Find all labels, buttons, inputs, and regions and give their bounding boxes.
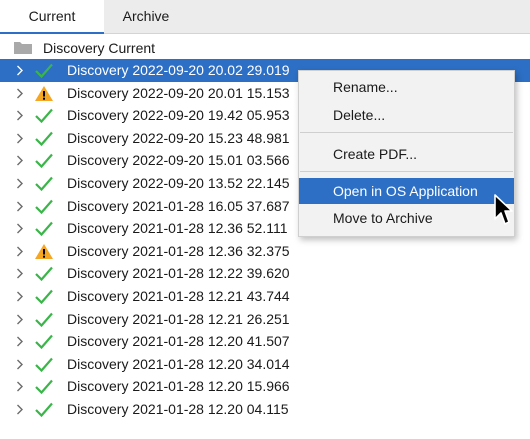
warning-icon [35, 85, 53, 101]
folder-discovery-current[interactable]: Discovery Current [0, 36, 530, 59]
tree-item-label: Discovery 2021-01-28 12.20 34.014 [67, 355, 290, 372]
checkmark-icon [35, 402, 53, 418]
menu-item-label: Delete... [333, 107, 386, 123]
menu-item-create-pdf[interactable]: Create PDF... [299, 141, 514, 167]
checkmark-icon [35, 380, 53, 395]
mouse-cursor-icon [494, 194, 513, 225]
tab-current[interactable]: Current [0, 0, 104, 34]
chevron-right-icon[interactable] [16, 246, 24, 257]
tree-item[interactable]: Discovery 2021-01-28 12.20 41.507 [0, 330, 530, 353]
tree-item[interactable]: Discovery 2021-01-28 12.20 15.966 [0, 375, 530, 398]
tree-item-label: Discovery 2022-09-20 20.01 15.153 [67, 84, 290, 101]
chevron-right-icon[interactable] [16, 178, 24, 189]
chevron-right-icon[interactable] [16, 404, 24, 415]
tree-item-label: Discovery 2021-01-28 12.21 43.744 [67, 287, 290, 304]
menu-item-label: Move to Archive [333, 210, 433, 226]
folder-icon [14, 42, 32, 54]
tree-item-label: Discovery 2021-01-28 12.21 26.251 [67, 310, 290, 327]
checkmark-icon [35, 63, 53, 79]
checkmark-icon [35, 334, 53, 350]
tree-item-label: Discovery 2021-01-28 12.20 04.115 [67, 400, 289, 417]
checkmark-icon [35, 267, 53, 282]
tree-item-label: Discovery 2022-09-20 15.23 48.981 [67, 129, 290, 146]
chevron-right-icon[interactable] [16, 201, 24, 212]
checkmark-icon [35, 108, 53, 124]
tree-item-label: Discovery 2021-01-28 12.22 39.620 [67, 265, 290, 282]
chevron-right-icon[interactable] [16, 381, 24, 392]
menu-separator [300, 171, 513, 172]
chevron-right-icon[interactable] [16, 336, 24, 347]
warning-icon [35, 243, 53, 259]
context-menu: Rename... Delete... Create PDF... Open i… [298, 70, 515, 237]
checkmark-icon [35, 199, 53, 214]
folder-label: Discovery Current [43, 40, 156, 56]
tree-item-label: Discovery 2021-01-28 16.05 37.687 [67, 197, 290, 214]
menu-item-rename[interactable]: Rename... [299, 74, 514, 100]
tree-item[interactable]: Discovery 2021-01-28 12.22 39.620 [0, 262, 530, 285]
menu-item-move-to-archive[interactable]: Move to Archive [299, 205, 514, 231]
tree-item-label: Discovery 2021-01-28 12.20 41.507 [67, 333, 290, 350]
chevron-right-icon[interactable] [16, 359, 24, 370]
tree-item-label: Discovery 2021-01-28 12.36 52.111 [67, 220, 288, 237]
checkmark-icon [35, 221, 53, 237]
checkmark-icon [35, 357, 53, 372]
tree-item[interactable]: Discovery 2021-01-28 12.36 32.375 [0, 240, 530, 263]
chevron-right-icon[interactable] [16, 155, 24, 166]
chevron-right-icon[interactable] [16, 223, 24, 234]
tree-item[interactable]: Discovery 2021-01-28 12.21 26.251 [0, 308, 530, 331]
chevron-right-icon[interactable] [16, 268, 24, 279]
chevron-right-icon[interactable] [16, 110, 24, 121]
tree-item-label: Discovery 2022-09-20 13.52 22.145 [67, 174, 290, 191]
chevron-right-icon[interactable] [16, 88, 24, 99]
menu-item-delete[interactable]: Delete... [299, 102, 514, 128]
chevron-right-icon[interactable] [16, 133, 24, 144]
tree-item[interactable]: Discovery 2021-01-28 12.20 04.115 [0, 398, 530, 421]
tree-item-label: Discovery 2022-09-20 19.42 05.953 [67, 107, 290, 124]
menu-item-open-in-os-application[interactable]: Open in OS Application [299, 178, 514, 204]
chevron-right-icon[interactable] [16, 314, 24, 325]
tree-item[interactable]: Discovery 2021-01-28 12.20 34.014 [0, 353, 530, 376]
checkmark-icon [35, 176, 53, 192]
menu-item-label: Rename... [333, 79, 398, 95]
chevron-right-icon[interactable] [16, 65, 24, 76]
tree-item-label: Discovery 2022-09-20 20.02 29.019 [67, 62, 290, 78]
tab-bar: Current Archive [0, 0, 530, 34]
tree-item[interactable]: Discovery 2021-01-28 12.21 43.744 [0, 285, 530, 308]
menu-separator [300, 132, 513, 133]
tree-item-label: Discovery 2022-09-20 15.01 03.566 [67, 152, 290, 169]
checkmark-icon [35, 289, 53, 305]
chevron-right-icon[interactable] [16, 291, 24, 302]
tab-archive[interactable]: Archive [104, 0, 188, 34]
menu-item-label: Open in OS Application [333, 183, 478, 199]
app-window: Current Archive Discovery Current Discov… [0, 0, 530, 439]
checkmark-icon [35, 154, 53, 169]
tree-item-label: Discovery 2021-01-28 12.20 15.966 [67, 378, 290, 395]
checkmark-icon [35, 312, 53, 327]
tree-item-label: Discovery 2021-01-28 12.36 32.375 [67, 242, 290, 259]
checkmark-icon [35, 131, 53, 146]
menu-item-label: Create PDF... [333, 146, 418, 162]
